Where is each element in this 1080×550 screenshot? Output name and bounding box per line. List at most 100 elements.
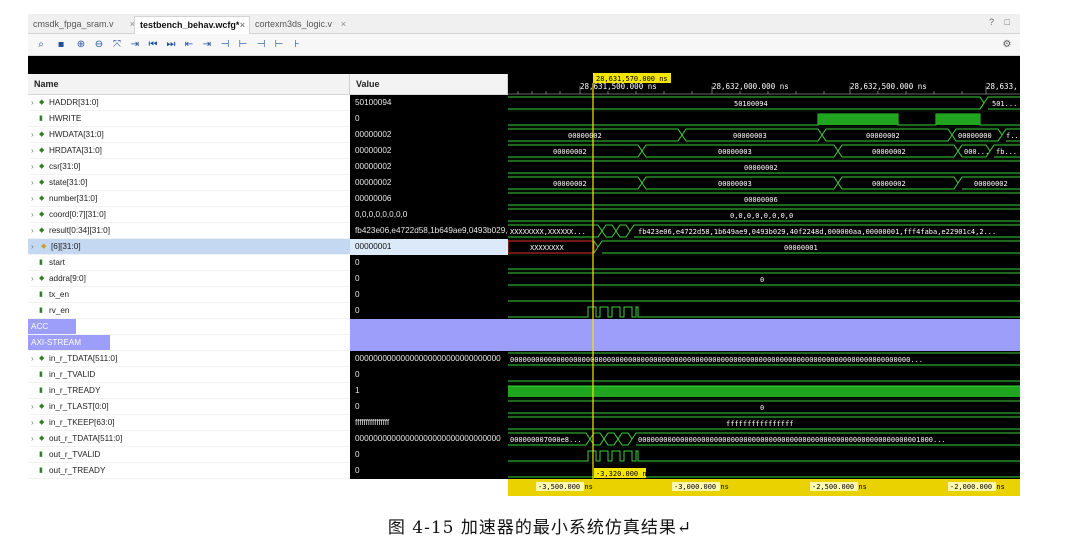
name-column-header[interactable]: Name — [28, 74, 350, 95]
signal-name-cell[interactable]: ▮ rv_en — [28, 303, 350, 319]
chevron-right-icon[interactable]: › — [31, 159, 34, 174]
chevron-right-icon[interactable]: › — [31, 239, 34, 254]
signal-row-out-r-tready[interactable]: ▮ out_r_TREADY 0 — [28, 463, 508, 479]
signal-row-coord[interactable]: › ◆ coord[0:7][31:0] 0,0,0,0,0,0,0,0 — [28, 207, 508, 223]
signal-row-number[interactable]: › ◆ number[31:0] 00000006 — [28, 191, 508, 207]
chevron-right-icon[interactable]: › — [31, 351, 34, 366]
signal-name-cell[interactable]: › ◆ in_r_TKEEP[63:0] — [28, 415, 350, 431]
wave-value: 00000003 — [718, 180, 752, 188]
chevron-right-icon[interactable]: › — [31, 207, 34, 222]
signal-name-cell[interactable]: ACC — [28, 319, 350, 335]
go-to-end-icon[interactable]: ⏭ — [164, 38, 178, 52]
signal-value: 00000006 — [350, 191, 508, 207]
signal-row-addra[interactable]: › ◆ addra[9:0] 0 — [28, 271, 508, 287]
signal-row-csr[interactable]: › ◆ csr[31:0] 00000002 — [28, 159, 508, 175]
zoom-fit-icon[interactable]: ⤧ — [110, 38, 124, 52]
add-marker-icon[interactable]: ⊣ — [218, 38, 232, 52]
signal-name-cell[interactable]: › ◆ addra[9:0] — [28, 271, 350, 287]
settings-icon[interactable]: ⚙ — [1000, 38, 1014, 52]
chevron-right-icon[interactable]: › — [31, 127, 34, 142]
go-to-start-icon[interactable]: ⏮ — [146, 38, 160, 52]
group-row-axi-stream[interactable]: AXI-STREAM — [28, 335, 508, 351]
chevron-down-icon[interactable]: › — [31, 223, 34, 238]
close-icon[interactable]: × — [240, 17, 245, 33]
go-to-cursor-icon[interactable]: ⇥ — [128, 38, 142, 52]
signal-value: 00000002 — [350, 143, 508, 159]
signal-value: 0 — [350, 447, 508, 463]
previous-transition-icon[interactable]: ⇤ — [182, 38, 196, 52]
signal-row-state[interactable]: › ◆ state[31:0] 00000002 — [28, 175, 508, 191]
signal-name-cell[interactable]: › ◆ coord[0:7][31:0] — [28, 207, 350, 223]
signal-row-out-r-tdata[interactable]: › ◆ out_r_TDATA[511:0] 0000000000000000000… — [28, 431, 508, 447]
signal-row-tx-en[interactable]: ▮ tx_en 0 — [28, 287, 508, 303]
next-marker-icon[interactable]: ⊣ — [254, 38, 268, 52]
signal-name-cell[interactable]: › ◆ out_r_TDATA[511:0] — [28, 431, 350, 447]
signal-name-cell[interactable]: › ◆ HWDATA[31:0] — [28, 127, 350, 143]
chevron-right-icon[interactable]: › — [31, 175, 34, 190]
signal-row-hwdata[interactable]: › ◆ HWDATA[31:0] 00000002 — [28, 127, 508, 143]
signal-row-in-r-tdata[interactable]: › ◆ in_r_TDATA[511:0] 00000000000000000000… — [28, 351, 508, 367]
tab-cmsdk-fpga-sram[interactable]: cmsdk_fpga_sram.v × — [28, 16, 139, 34]
swap-cursors-icon[interactable]: ⊢ — [272, 38, 286, 52]
previous-marker-icon[interactable]: ⊢ — [236, 38, 250, 52]
signal-row-result[interactable]: › ◆ result[0:34][31:0] fb423e06,e4722d58,1… — [28, 223, 508, 239]
signal-name-cell[interactable]: › ◆ HADDR[31:0] — [28, 95, 350, 111]
signal-row-in-r-tvalid[interactable]: ▮ in_r_TVALID 0 — [28, 367, 508, 383]
snap-icon[interactable]: ⊦ — [290, 38, 304, 52]
chevron-right-icon[interactable]: › — [31, 399, 34, 414]
chevron-right-icon[interactable]: › — [31, 271, 34, 286]
bit-icon: ▮ — [39, 115, 43, 122]
signal-name-cell[interactable]: ▮ HWRITE — [28, 111, 350, 127]
signal-name-cell[interactable]: ▮ tx_en — [28, 287, 350, 303]
tab-testbench-wcfg[interactable]: testbench_behav.wcfg* × — [134, 16, 250, 34]
signal-name-cell[interactable]: ▮ in_r_TREADY — [28, 383, 350, 399]
signal-row-rv-en[interactable]: ▮ rv_en 0 — [28, 303, 508, 319]
signal-name-cell[interactable]: AXI-STREAM — [28, 335, 350, 351]
signal-name: number[31:0] — [49, 194, 98, 203]
save-icon[interactable]: ▪ — [54, 38, 68, 52]
signal-row-hwrite[interactable]: ▮ HWRITE 0 — [28, 111, 508, 127]
waveform-viewer[interactable]: 28,631,500.000 ns 28,632,000.000 ns 28,6… — [508, 56, 1020, 496]
signal-name-cell[interactable]: ▮ start — [28, 255, 350, 271]
signal-name-cell[interactable]: › ◆ csr[31:0] — [28, 159, 350, 175]
signal-value: fb423e06,e4722d58,1b649ae9,0493b029,4 — [350, 223, 508, 239]
value-column-header[interactable]: Value — [350, 74, 508, 95]
signal-name-cell[interactable]: ▮ in_r_TVALID — [28, 367, 350, 383]
chevron-right-icon[interactable]: › — [31, 191, 34, 206]
chevron-right-icon[interactable]: › — [31, 143, 34, 158]
signal-row-result-item-6[interactable]: › ◆ [6][31:0] 00000001 — [28, 239, 508, 255]
search-icon[interactable]: ⌕ — [34, 38, 48, 52]
signal-name-cell[interactable]: ▮ out_r_TVALID — [28, 447, 350, 463]
chevron-right-icon[interactable]: › — [31, 415, 34, 430]
signal-row-in-r-tlast[interactable]: › ◆ in_r_TLAST[0:0] 0 — [28, 399, 508, 415]
chevron-right-icon[interactable]: › — [31, 95, 34, 110]
signal-row-start[interactable]: ▮ start 0 — [28, 255, 508, 271]
signal-name-cell[interactable]: ▮ out_r_TREADY — [28, 463, 350, 479]
signal-row-haddr[interactable]: › ◆ HADDR[31:0] 50100094 — [28, 95, 508, 111]
group-row-acc[interactable]: ACC — [28, 319, 508, 335]
signal-name-cell[interactable]: › ◆ in_r_TLAST[0:0] — [28, 399, 350, 415]
signal-name-cell[interactable]: › ◆ HRDATA[31:0] — [28, 143, 350, 159]
signal-row-in-r-tready[interactable]: ▮ in_r_TREADY 1 — [28, 383, 508, 399]
tab-cortexm3ds-logic[interactable]: cortexm3ds_logic.v × — [250, 16, 350, 34]
signal-name: tx_en — [49, 290, 70, 299]
figure-caption: 图 4-15 加速器的最小系统仿真结果↵ — [387, 518, 693, 538]
zoom-out-icon[interactable]: ⊖ — [92, 38, 106, 52]
signal-name-cell[interactable]: › ◆ [6][31:0] — [28, 239, 350, 255]
chevron-right-icon[interactable]: › — [31, 431, 34, 446]
next-transition-icon[interactable]: ⇥ — [200, 38, 214, 52]
wave-value: 000000007000e8... — [510, 436, 582, 444]
timeline-tick-label: 28,632,500.000 ns — [850, 82, 927, 91]
window-controls[interactable]: ? □ — [989, 17, 1014, 27]
signal-name-cell[interactable]: › ◆ result[0:34][31:0] — [28, 223, 350, 239]
signal-row-hrdata[interactable]: › ◆ HRDATA[31:0] 00000002 — [28, 143, 508, 159]
signal-name-cell[interactable]: › ◆ number[31:0] — [28, 191, 350, 207]
signal-row-in-r-tkeep[interactable]: › ◆ in_r_TKEEP[63:0] ffffffffffffffff — [28, 415, 508, 431]
close-icon[interactable]: × — [341, 16, 346, 32]
zoom-in-icon[interactable]: ⊕ — [74, 38, 88, 52]
signal-value: 00000000000000000000000000000000 — [350, 351, 508, 367]
signal-name-cell[interactable]: › ◆ state[31:0] — [28, 175, 350, 191]
group-band — [508, 319, 1020, 351]
signal-name-cell[interactable]: › ◆ in_r_TDATA[511:0] — [28, 351, 350, 367]
signal-row-out-r-tvalid[interactable]: ▮ out_r_TVALID 0 — [28, 447, 508, 463]
